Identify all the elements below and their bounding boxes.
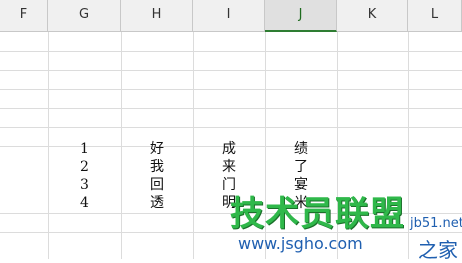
column-header-f[interactable]: F [0,0,48,32]
grid-line [0,127,462,128]
cell-g4[interactable]: 4 [48,194,121,213]
cell-h4[interactable]: 透 [121,194,193,213]
grid-line [0,70,462,71]
watermark-site: jb51.net [410,216,462,231]
cell-h3[interactable]: 回 [121,176,193,195]
cell-g2[interactable]: 2 [48,158,121,177]
column-header-l[interactable]: L [408,0,462,32]
column-header-k[interactable]: K [337,0,408,32]
cell-j2[interactable]: 了 [265,158,337,177]
column-header-h[interactable]: H [121,0,193,32]
column-header-i[interactable]: I [193,0,265,32]
cell-g3[interactable]: 3 [48,176,121,195]
cell-h1[interactable]: 好 [121,140,193,159]
column-header-g[interactable]: G [48,0,121,32]
cell-i1[interactable]: 成 [193,140,265,159]
cell-g1[interactable]: 1 [48,140,121,159]
watermark-url: www.jsgho.com [238,234,363,253]
spreadsheet: F G H I J K L 1 好 成 绩 2 我 来 了 3 回 门 宴 4 … [0,0,462,262]
grid-line [0,51,462,52]
grid-line [0,108,462,109]
cell-i2[interactable]: 来 [193,158,265,177]
column-header-j[interactable]: J [265,0,337,32]
watermark-title: 技术员联盟 [230,194,405,234]
cell-h2[interactable]: 我 [121,158,193,177]
cell-j1[interactable]: 绩 [265,140,337,159]
watermark: 技术员联盟 jb51.net www.jsgho.com 之家 [200,186,462,262]
grid-line [0,89,462,90]
